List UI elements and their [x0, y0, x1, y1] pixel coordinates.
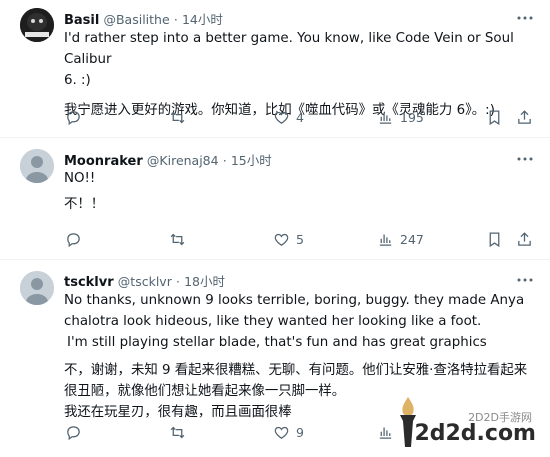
site-watermark: 2D2D手游网 2d2d.com [384, 393, 544, 453]
separator-dot: · [175, 274, 180, 289]
share-button[interactable] [516, 106, 533, 128]
more-icon[interactable] [516, 152, 534, 166]
timestamp[interactable]: 15小时 [231, 153, 272, 168]
reply-icon [67, 232, 80, 247]
display-name[interactable]: tscklvr [64, 275, 114, 290]
tweet-basil[interactable]: Basil @Basilithe · 14小时 I'd rather step … [0, 0, 550, 136]
more-icon[interactable] [516, 11, 534, 25]
share-icon [518, 231, 531, 246]
tweet-moonraker[interactable]: Moonraker @Kirenaj84 · 15小时 NO!! 不！！ 5 2… [0, 138, 550, 255]
user-handle[interactable]: @Kirenaj84 [147, 153, 219, 168]
views-icon [379, 112, 392, 124]
tweet-actions: 5 247 [60, 228, 531, 250]
views-button[interactable]: 195 [377, 106, 424, 128]
share-icon [518, 109, 531, 124]
tweet-line: 6. :) [64, 73, 91, 88]
like-icon [274, 111, 289, 124]
like-count: 5 [296, 231, 304, 247]
retweet-icon [170, 426, 185, 438]
timestamp[interactable]: 14小时 [182, 12, 223, 27]
retweet-button[interactable] [169, 421, 186, 443]
reply-button[interactable] [65, 106, 82, 128]
avatar[interactable] [20, 271, 54, 305]
like-button[interactable]: 4 [273, 106, 304, 128]
reply-icon [67, 110, 80, 125]
views-button[interactable]: 247 [377, 228, 424, 250]
avatar[interactable] [20, 8, 54, 42]
view-count: 195 [400, 109, 424, 125]
display-name[interactable]: Basil [64, 13, 99, 28]
bookmark-icon [489, 231, 500, 247]
separator-dot: · [222, 153, 227, 168]
share-button[interactable] [516, 228, 533, 250]
like-count: 9 [296, 424, 304, 440]
tweet-line: 不，谢谢，未知 9 看起来很糟糕、无聊、有问题。他们让安雅·查洛特拉看起来 [64, 363, 528, 378]
tweet-header: tscklvr @tscklvr · 18小时 [64, 271, 225, 290]
user-handle[interactable]: @Basilithe [103, 12, 169, 27]
retweet-button[interactable] [169, 106, 186, 128]
like-icon [274, 233, 289, 246]
view-count: 247 [400, 231, 424, 247]
like-icon [274, 426, 289, 439]
avatar[interactable] [20, 149, 54, 183]
tweet-text: NO!! 不！！ [64, 168, 104, 215]
reply-icon [67, 425, 80, 440]
tweet-line: chalotra look hideous, like they wanted … [64, 314, 482, 329]
more-icon[interactable] [516, 273, 534, 287]
display-name[interactable]: Moonraker [64, 154, 143, 169]
separator-dot: · [173, 12, 178, 27]
tweet-line: 不！！ [64, 197, 105, 212]
tweet-line: NO!! [64, 171, 96, 186]
bookmark-button[interactable] [486, 106, 503, 128]
user-handle[interactable]: @tscklvr [118, 274, 172, 289]
like-button[interactable]: 5 [273, 228, 304, 250]
watermark-title: 2d2d.com [414, 421, 536, 446]
bookmark-button[interactable] [486, 228, 503, 250]
tweet-line: I'm still playing stellar blade, that's … [67, 335, 487, 350]
like-button[interactable]: 9 [273, 421, 304, 443]
reply-button[interactable] [65, 228, 82, 250]
tweet-actions: 4 195 [60, 106, 531, 128]
reply-button[interactable] [65, 421, 82, 443]
tweet-header: Moonraker @Kirenaj84 · 15小时 [64, 150, 272, 169]
tweet-line: I'd rather step into a better game. You … [64, 31, 514, 67]
retweet-button[interactable] [169, 228, 186, 250]
views-icon [379, 234, 392, 246]
timestamp[interactable]: 18小时 [184, 274, 225, 289]
retweet-icon [170, 111, 185, 123]
tweet-header: Basil @Basilithe · 14小时 [64, 9, 223, 28]
tweet-line: No thanks, unknown 9 looks terrible, bor… [64, 293, 525, 308]
like-count: 4 [296, 109, 304, 125]
bookmark-icon [489, 109, 500, 125]
retweet-icon [170, 233, 185, 245]
